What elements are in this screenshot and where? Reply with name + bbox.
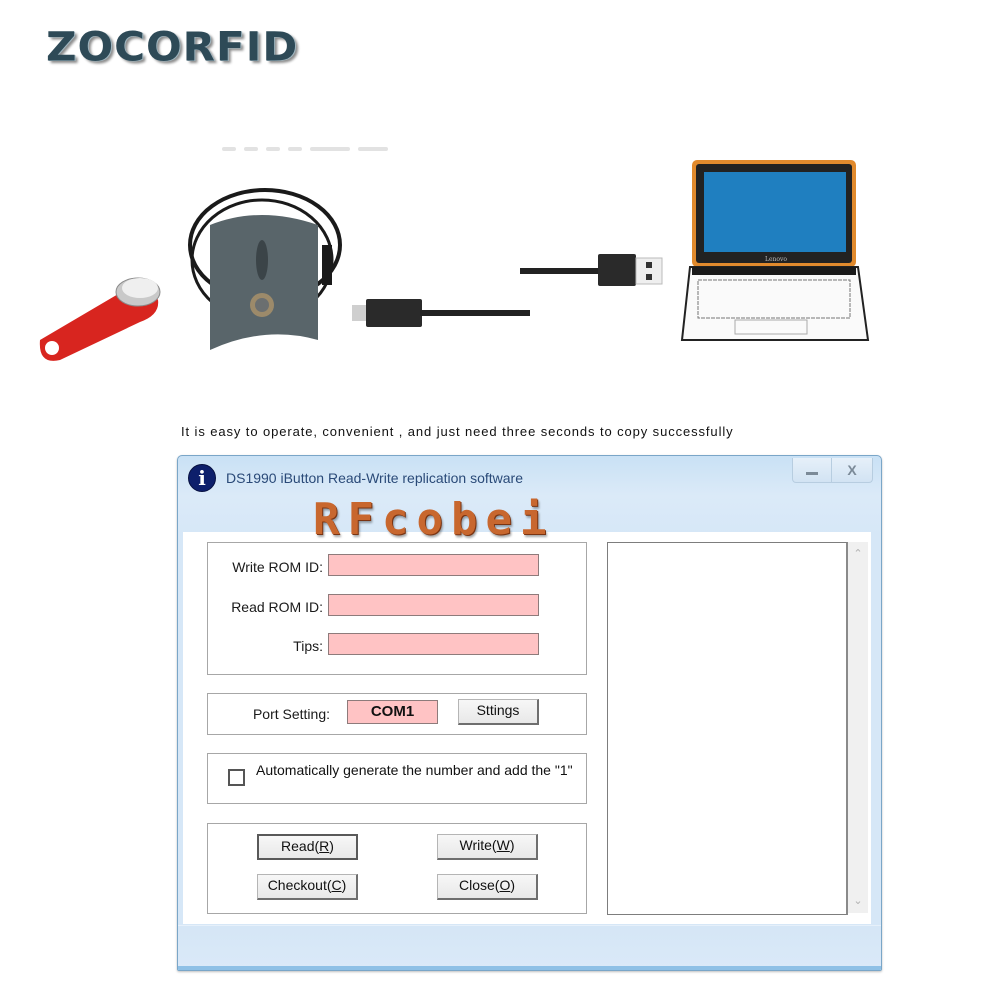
brand-logo: ZOCORFID <box>46 23 299 70</box>
title-bar: i DS1990 iButton Read-Write replication … <box>178 456 881 498</box>
faded-subtitle <box>222 138 417 151</box>
usb-a-cable-image <box>520 254 663 286</box>
tips-input[interactable] <box>328 633 539 655</box>
auto-generate-label: Automatically generate the number and ad… <box>256 762 573 778</box>
write-button[interactable]: Write(W) <box>437 834 538 860</box>
laptop-image: Lenovo <box>680 160 870 341</box>
port-setting-group: Port Setting: COM1 Sttings <box>207 693 587 735</box>
write-rom-id-label: Write ROM ID: <box>232 559 323 575</box>
log-textarea[interactable] <box>607 542 848 915</box>
client-area: Write ROM ID: Read ROM ID: Tips: Port Se… <box>183 532 871 924</box>
auto-generate-group: Automatically generate the number and ad… <box>207 753 587 804</box>
com-port-field[interactable]: COM1 <box>347 700 438 724</box>
rom-id-group: Write ROM ID: Read ROM ID: Tips: <box>207 542 587 675</box>
checkout-button[interactable]: Checkout(C) <box>257 874 358 900</box>
info-icon: i <box>188 464 216 492</box>
settings-button[interactable]: Sttings <box>458 699 539 725</box>
action-buttons-group: Read(R) Write(W) Checkout(C) Close(O) <box>207 823 587 914</box>
auto-generate-checkbox[interactable] <box>228 769 245 786</box>
scroll-down-arrow-icon[interactable]: ⌄ <box>848 891 868 911</box>
product-illustration: Lenovo <box>39 160 870 361</box>
port-setting-label: Port Setting: <box>252 706 330 722</box>
ibutton-key-image <box>39 277 161 361</box>
log-scrollbar[interactable]: ⌃ ⌄ <box>848 542 868 913</box>
minimize-button[interactable] <box>793 458 832 482</box>
ibutton-reader-image <box>188 188 342 350</box>
minimize-icon <box>806 471 818 475</box>
read-button[interactable]: Read(R) <box>257 834 358 860</box>
read-rom-id-label: Read ROM ID: <box>231 599 323 615</box>
scroll-up-arrow-icon[interactable]: ⌃ <box>848 544 868 564</box>
window-title: DS1990 iButton Read-Write replication so… <box>226 470 524 486</box>
micro-usb-cable-image <box>352 299 530 327</box>
app-window: i DS1990 iButton Read-Write replication … <box>177 455 882 971</box>
caption-text: It is easy to operate, convenient , and … <box>181 424 734 439</box>
status-bar <box>178 925 881 970</box>
laptop-brand: Lenovo <box>765 256 787 263</box>
close-button[interactable]: Close(O) <box>437 874 538 900</box>
read-rom-id-input[interactable] <box>328 594 539 616</box>
write-rom-id-input[interactable] <box>328 554 539 576</box>
close-window-button[interactable]: X <box>832 458 872 482</box>
window-controls: X <box>792 458 873 483</box>
watermark-text: RFcobei <box>313 494 555 545</box>
tips-label: Tips: <box>293 638 323 654</box>
